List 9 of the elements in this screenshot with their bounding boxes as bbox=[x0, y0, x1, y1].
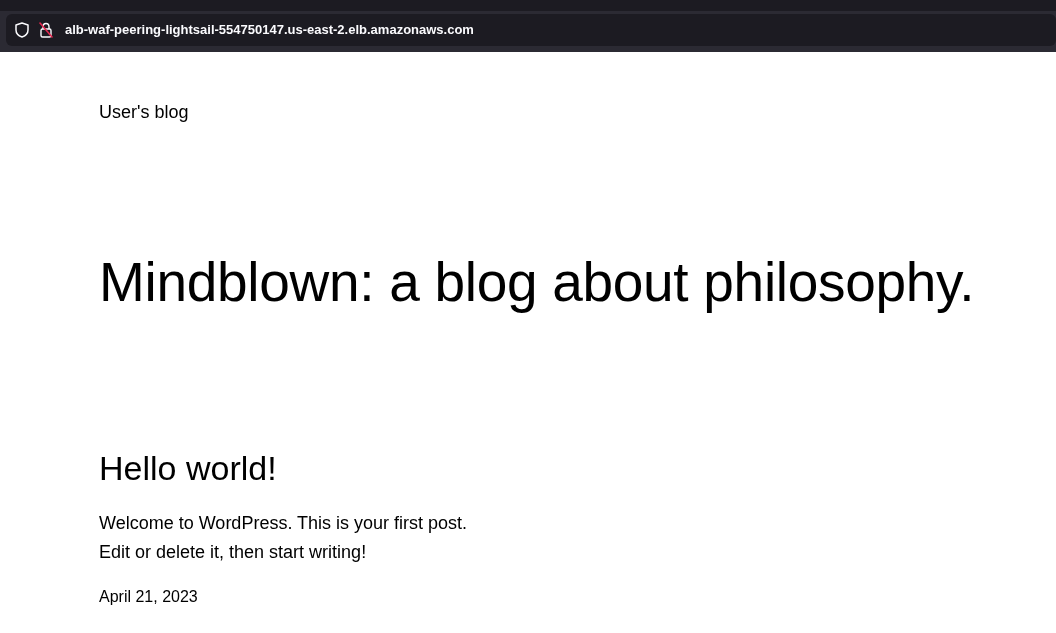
page-heading: Mindblown: a blog about philosophy. bbox=[99, 250, 976, 315]
shield-icon[interactable] bbox=[15, 22, 29, 38]
post-excerpt: Welcome to WordPress. This is your first post. Edit or delete it, then start writing! bbox=[99, 512, 469, 564]
post-date: April 21, 2023 bbox=[99, 587, 198, 607]
site-title-link[interactable]: User's blog bbox=[99, 99, 189, 126]
lock-slash-icon[interactable] bbox=[39, 22, 53, 38]
post-title-link[interactable]: Hello world! bbox=[99, 449, 277, 487]
address-bar[interactable]: alb-waf-peering-lightsail-554750147.us-east-2.elb.amazonaws.com bbox=[6, 14, 1056, 46]
url-text: alb-waf-peering-lightsail-554750147.us-east-2.elb.amazonaws.com bbox=[65, 21, 474, 40]
